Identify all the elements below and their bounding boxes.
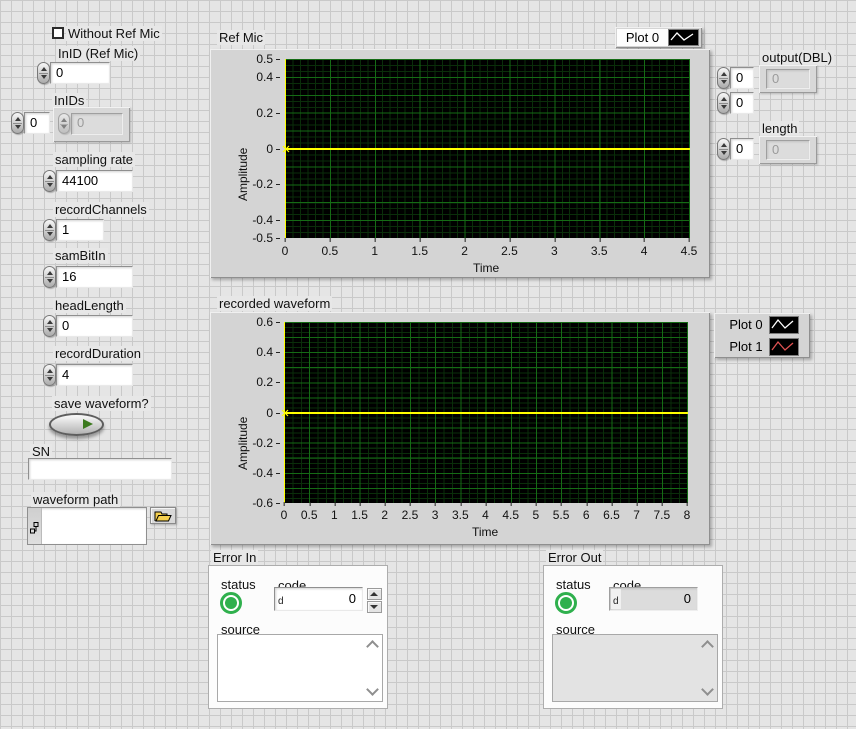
sampling-rate-input[interactable]: 44100 <box>56 170 133 192</box>
output-dbl-row-index[interactable]: 0 <box>730 67 754 89</box>
sam-bit-in-label: samBitIn <box>53 248 108 263</box>
output-dbl-element-value: 0 <box>766 69 810 89</box>
ref-mic-x-tick-labels: 00.511.522.533.544.5 <box>285 244 689 258</box>
radix-indicator: d <box>613 597 619 607</box>
output-dbl-col-index[interactable]: 0 <box>730 92 754 114</box>
inids-label: InIDs <box>52 93 86 108</box>
ref-mic-y-tick-labels: 0.50.40.20-0.2-0.4-0.5 <box>240 59 278 238</box>
inid-label: InID (Ref Mic) <box>56 46 140 61</box>
error-in-title: Error In <box>211 550 258 565</box>
error-out-source-indicator <box>552 634 718 702</box>
ref-mic-x-axis-label: Time <box>473 261 499 275</box>
ref-mic-legend[interactable]: Plot 0 <box>615 27 702 48</box>
open-folder-icon <box>154 510 173 522</box>
recorded-waveform-legend[interactable]: Plot 0 Plot 1 <box>714 313 810 358</box>
ref-mic-plot-area <box>285 59 690 238</box>
save-waveform-label: save waveform? <box>52 396 151 411</box>
legend-item-plot0-label[interactable]: Plot 0 <box>617 29 668 46</box>
error-out-code-indicator: d 0 <box>609 587 698 611</box>
recorded-waveform-x-tick-labels: 00.511.522.533.544.555.566.577.58 <box>284 508 687 522</box>
head-length-input[interactable]: 0 <box>56 315 133 337</box>
error-out-cluster: status code d 0 source <box>543 565 723 709</box>
recorded-waveform-graph-title: recorded waveform <box>217 296 332 311</box>
output-dbl-col-index-spinner[interactable] <box>717 92 730 114</box>
without-ref-mic-label[interactable]: Without Ref Mic <box>66 26 162 41</box>
inids-element-spinner <box>58 113 70 134</box>
error-out-code-value: 0 <box>684 588 691 610</box>
green-arrow-icon <box>83 419 93 429</box>
error-in-status-led[interactable] <box>220 592 242 614</box>
radix-indicator[interactable]: d <box>278 597 284 607</box>
sam-bit-in-input[interactable]: 16 <box>56 266 133 288</box>
ref-mic-plot0-trace <box>285 148 690 150</box>
recorded-waveform-origin-marker <box>281 409 289 417</box>
record-channels-input[interactable]: 1 <box>56 219 104 241</box>
error-out-title: Error Out <box>546 550 603 565</box>
error-out-status-led <box>555 592 577 614</box>
save-waveform-toggle-button[interactable] <box>49 413 104 436</box>
legend-item-plot1-label[interactable]: Plot 1 <box>724 338 768 355</box>
inids-index-input[interactable]: 0 <box>24 112 50 134</box>
recorded-waveform-y-tick-labels: 0.60.40.20-0.2-0.4-0.6 <box>240 322 278 503</box>
head-length-spinner[interactable] <box>43 315 56 337</box>
sampling-rate-spinner[interactable] <box>43 170 56 192</box>
error-out-status-label: status <box>554 577 593 592</box>
ref-mic-graph-title: Ref Mic <box>217 30 265 45</box>
error-in-code-value: 0 <box>349 588 356 610</box>
error-in-status-label: status <box>219 577 258 592</box>
ref-mic-origin-marker <box>282 145 290 153</box>
legend-item-plot0-line-icon[interactable] <box>668 29 699 46</box>
sampling-rate-label: sampling rate <box>53 152 135 167</box>
length-label: length <box>760 121 799 136</box>
length-element-value: 0 <box>766 140 810 160</box>
recorded-waveform-plot-area <box>284 322 688 503</box>
scroll-down-icon[interactable] <box>366 683 379 696</box>
error-in-code-input[interactable]: d 0 <box>274 587 363 611</box>
record-channels-spinner[interactable] <box>43 219 56 241</box>
output-dbl-row-index-spinner[interactable] <box>717 67 730 89</box>
sn-input[interactable] <box>28 458 172 480</box>
length-index[interactable]: 0 <box>730 138 754 160</box>
recorded-waveform-x-axis-label: Time <box>472 525 498 539</box>
inid-input[interactable]: 0 <box>50 62 110 84</box>
legend-item-plot0-line-icon[interactable] <box>769 316 799 334</box>
path-glyph-icon <box>30 522 39 534</box>
record-duration-label: recordDuration <box>53 346 143 361</box>
head-length-label: headLength <box>53 298 126 313</box>
record-duration-input[interactable]: 4 <box>56 364 133 386</box>
length-index-spinner[interactable] <box>717 138 730 160</box>
scroll-down-icon[interactable] <box>701 683 714 696</box>
error-in-cluster: status code d 0 source <box>208 565 388 709</box>
length-element-frame: 0 <box>759 136 817 164</box>
without-ref-mic-checkbox[interactable] <box>52 27 64 39</box>
error-in-source-input[interactable] <box>217 634 383 702</box>
legend-item-plot1-line-icon[interactable] <box>769 338 799 356</box>
path-type-strip <box>28 508 42 544</box>
inids-element-frame: 0 <box>53 107 130 142</box>
record-duration-spinner[interactable] <box>43 364 56 386</box>
scroll-up-icon[interactable] <box>366 640 379 653</box>
inids-element-value: 0 <box>71 113 123 135</box>
waveform-path-label: waveform path <box>31 492 120 507</box>
error-in-code-decrement-button[interactable] <box>367 601 382 613</box>
sam-bit-in-spinner[interactable] <box>43 266 56 288</box>
recorded-waveform-plot0-trace <box>284 412 688 414</box>
browse-path-button[interactable] <box>150 507 176 524</box>
inid-spinner[interactable] <box>37 62 50 84</box>
legend-item-plot0-label[interactable]: Plot 0 <box>724 316 768 333</box>
labview-front-panel: Without Ref Mic InID (Ref Mic) 0 InIDs 0… <box>0 0 856 729</box>
scroll-up-icon[interactable] <box>701 640 714 653</box>
sn-label: SN <box>30 444 52 459</box>
output-dbl-element-frame: 0 <box>759 65 817 93</box>
inids-index-spinner[interactable] <box>11 112 24 134</box>
record-channels-label: recordChannels <box>53 202 149 217</box>
output-dbl-label: output(DBL) <box>760 50 834 65</box>
waveform-path-input[interactable] <box>27 507 147 545</box>
error-in-code-increment-button[interactable] <box>367 588 382 600</box>
